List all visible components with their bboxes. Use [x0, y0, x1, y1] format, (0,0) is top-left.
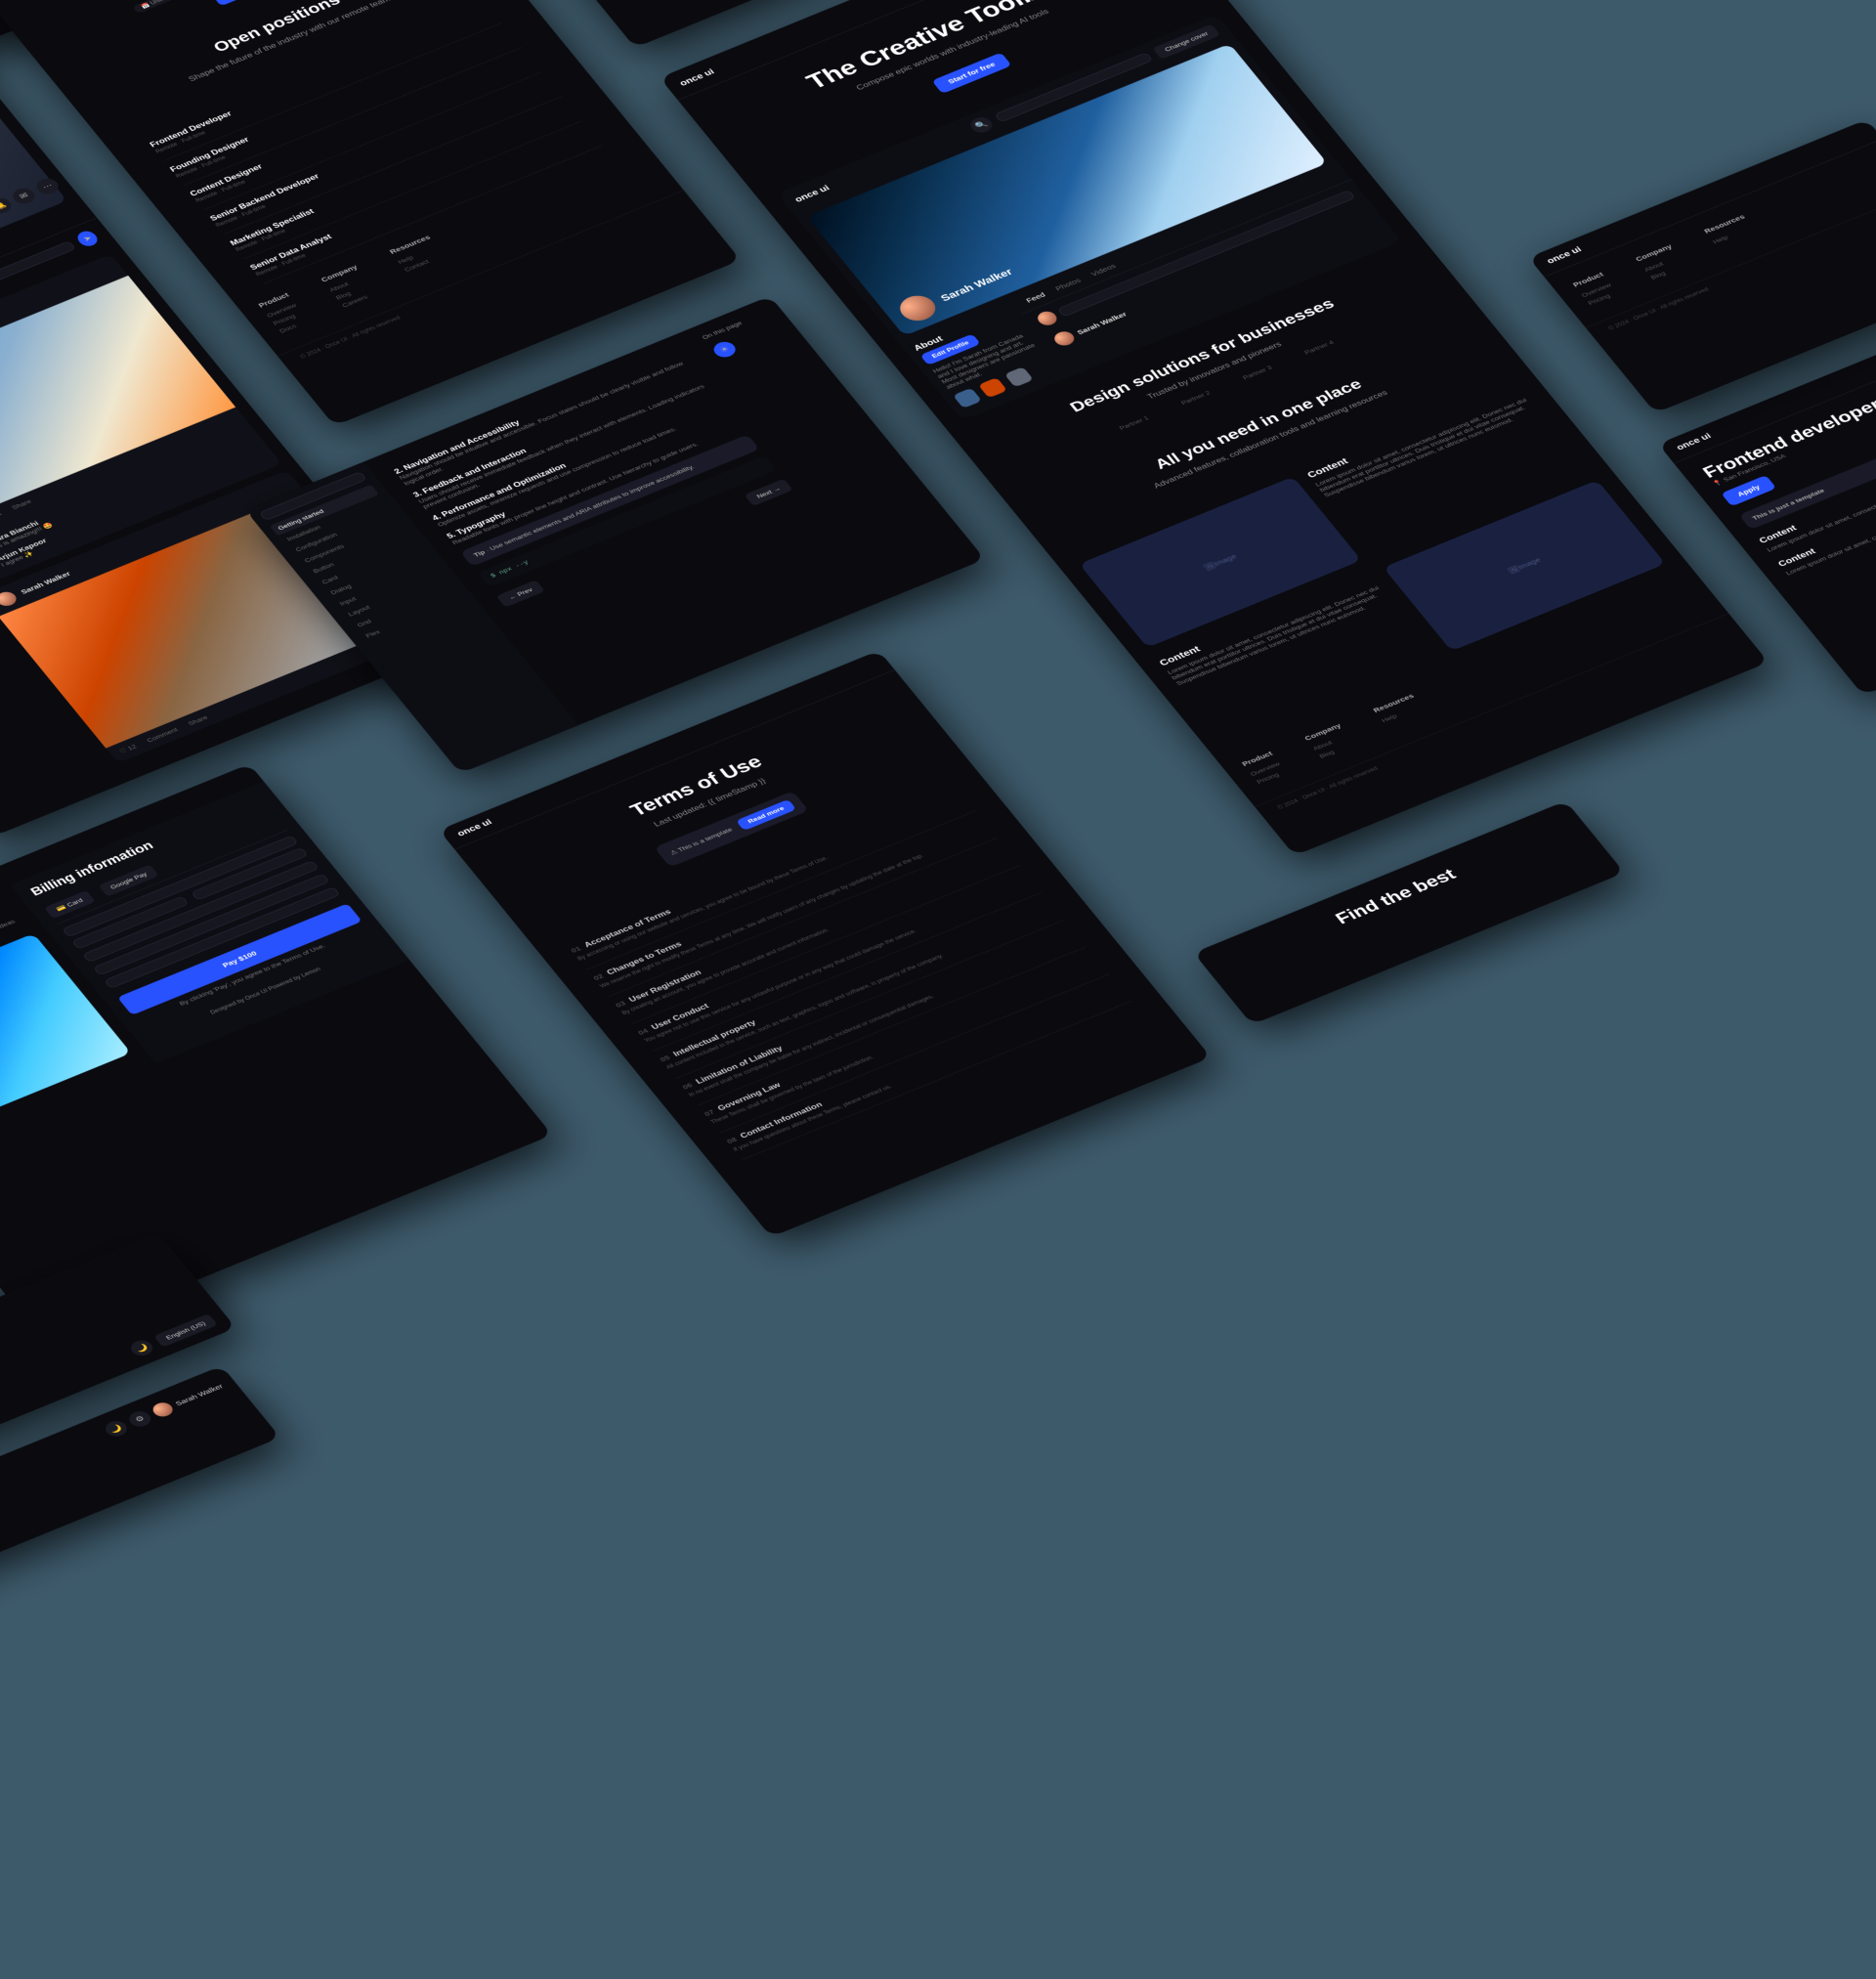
next-button[interactable]: Next → — [745, 479, 793, 506]
profile-name: Sarah Walker — [938, 266, 1014, 303]
content-tile[interactable]: 🖼 Image — [1384, 480, 1666, 651]
moon-icon[interactable]: 🌙 — [127, 1338, 156, 1358]
share-button[interactable]: Share — [187, 714, 209, 727]
comment-button[interactable]: Comment — [146, 726, 180, 744]
partner-logo: Partner 4 — [1302, 339, 1335, 356]
avatar[interactable] — [0, 589, 20, 608]
apply-button[interactable]: Apply now — [210, 0, 283, 6]
tab-card[interactable]: 💳 Card — [44, 890, 95, 919]
find-title: Find the best — [1220, 820, 1571, 973]
code-block[interactable]: $ npx --y — [477, 455, 777, 588]
avatar[interactable] — [149, 1400, 176, 1419]
perk-pill: 📅 Unlimited PTO — [132, 0, 198, 14]
theme-toggle[interactable]: ☀ — [710, 339, 740, 360]
share-button[interactable]: Share — [11, 498, 33, 511]
partner-logo: Partner 2 — [1179, 389, 1212, 406]
send-icon[interactable]: ➤ — [74, 229, 101, 248]
like-button[interactable]: ♡ 12 — [118, 744, 138, 755]
avatar[interactable] — [894, 291, 942, 325]
partner-logo: Partner 3 — [1241, 365, 1273, 381]
gallery-thumb[interactable] — [953, 388, 982, 409]
checkout-screen: ← Once UI Mega Wallpaper Bundle Our desi… — [0, 764, 552, 1343]
product-title: Mega Wallpaper Bundle — [0, 898, 16, 1006]
avatar[interactable] — [1051, 329, 1078, 348]
brand-logo[interactable]: once ui — [677, 67, 715, 88]
search-icon[interactable]: 🔍 — [967, 114, 997, 135]
prev-button[interactable]: ← Prev — [496, 580, 545, 607]
search-hero-screen: Find the best — [1193, 800, 1624, 1024]
gallery-thumb[interactable] — [1004, 366, 1034, 387]
gear-icon[interactable]: ⚙ — [125, 1408, 154, 1429]
gallery-thumb[interactable] — [978, 377, 1007, 398]
cta-button[interactable]: Start for free — [931, 53, 1011, 94]
partner-logo: Partner 1 — [1118, 414, 1150, 431]
terms-screen: once ui Terms of Use Last updated: {{ ti… — [439, 651, 1211, 1237]
avatar — [1035, 309, 1060, 327]
language-select[interactable]: English (US) — [153, 1313, 218, 1348]
footer-screen: once ui ProductOverviewPricing CompanyAb… — [1528, 119, 1876, 413]
read-more-button[interactable]: Read more — [736, 799, 796, 831]
moon-icon[interactable]: 🌙 — [102, 1418, 131, 1439]
